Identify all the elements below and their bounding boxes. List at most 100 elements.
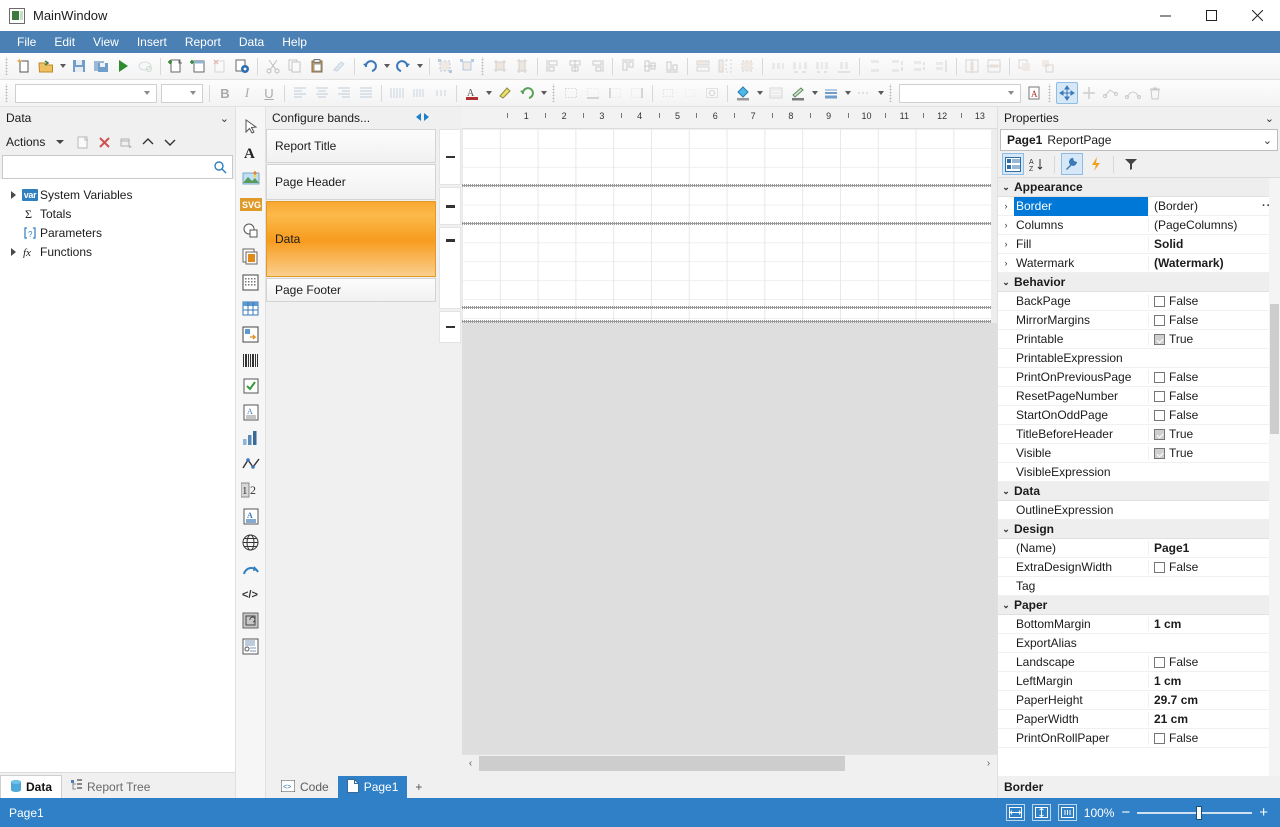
hscroll-thumb[interactable] bbox=[479, 756, 845, 771]
line-spacing-2-icon[interactable] bbox=[408, 82, 430, 104]
checkbox-icon[interactable] bbox=[1154, 657, 1165, 668]
report-page-canvas[interactable] bbox=[462, 129, 991, 321]
line-width-icon[interactable] bbox=[820, 82, 842, 104]
undo-dropdown[interactable] bbox=[381, 55, 392, 77]
property-row[interactable]: BottomMargin1 cm bbox=[998, 615, 1280, 634]
tree-item-totals[interactable]: Σ Totals bbox=[0, 204, 235, 223]
new-report-icon[interactable] bbox=[13, 55, 35, 77]
checkbox-icon[interactable] bbox=[1154, 315, 1165, 326]
cellular-text-icon[interactable] bbox=[238, 633, 264, 659]
property-value[interactable]: (Watermark) bbox=[1148, 256, 1280, 270]
border-settings-icon[interactable] bbox=[701, 82, 723, 104]
chevron-down-icon[interactable]: ⌄ bbox=[1263, 134, 1272, 147]
property-value[interactable]: True bbox=[1148, 446, 1280, 460]
chevron-down-icon[interactable]: ⌄ bbox=[998, 277, 1014, 288]
align-center-h-icon[interactable] bbox=[564, 55, 586, 77]
tree-item-functions[interactable]: fx Functions bbox=[0, 242, 235, 261]
chevron-left-icon[interactable]: ‹ bbox=[462, 755, 479, 772]
menu-item-report[interactable]: Report bbox=[176, 33, 230, 51]
undo-icon[interactable] bbox=[359, 55, 381, 77]
style-combo[interactable] bbox=[899, 84, 1021, 103]
property-row[interactable]: ›Watermark(Watermark) bbox=[998, 254, 1280, 273]
property-row[interactable]: ›Columns(PageColumns) bbox=[998, 216, 1280, 235]
hscroll-track[interactable] bbox=[479, 756, 980, 771]
html-icon[interactable]: </> bbox=[238, 581, 264, 607]
align-text-center-icon[interactable] bbox=[311, 82, 333, 104]
tree-item-system-variables[interactable]: var System Variables bbox=[0, 185, 235, 204]
chevron-down-icon[interactable]: ⌄ bbox=[998, 182, 1014, 193]
pointer-icon[interactable] bbox=[238, 113, 264, 139]
align-text-justify-icon[interactable] bbox=[355, 82, 377, 104]
zoom-slider[interactable] bbox=[1137, 812, 1252, 814]
preview-icon[interactable] bbox=[112, 55, 134, 77]
minimize-icon[interactable] bbox=[1142, 0, 1188, 31]
align-text-right-icon[interactable] bbox=[333, 82, 355, 104]
font-color-icon[interactable]: A bbox=[461, 82, 483, 104]
chevron-right-icon[interactable]: › bbox=[980, 755, 997, 772]
checkbox-icon[interactable] bbox=[1154, 429, 1165, 440]
property-row[interactable]: VisibleExpression bbox=[998, 463, 1280, 482]
categorized-icon[interactable] bbox=[1002, 153, 1024, 175]
open-dropdown[interactable] bbox=[57, 55, 68, 77]
data-search-box[interactable] bbox=[2, 155, 233, 179]
property-row[interactable]: TitleBeforeHeaderTrue bbox=[998, 425, 1280, 444]
canvas-hscrollbar[interactable]: ‹ › bbox=[462, 754, 997, 771]
format-painter-icon[interactable] bbox=[328, 55, 350, 77]
property-row[interactable]: ›FillSolid bbox=[998, 235, 1280, 254]
space-h-increase-icon[interactable] bbox=[789, 55, 811, 77]
search-icon[interactable] bbox=[208, 160, 232, 174]
select-none-icon[interactable] bbox=[456, 55, 478, 77]
property-value[interactable]: 1 cm bbox=[1148, 617, 1280, 631]
property-row[interactable]: PrintableTrue bbox=[998, 330, 1280, 349]
property-value[interactable]: 21 cm bbox=[1148, 712, 1280, 726]
menu-item-insert[interactable]: Insert bbox=[128, 33, 176, 51]
align-middle-icon[interactable] bbox=[639, 55, 661, 77]
edit-item-icon[interactable] bbox=[115, 131, 137, 153]
property-value[interactable]: False bbox=[1148, 370, 1280, 384]
property-category[interactable]: ⌄Behavior bbox=[998, 273, 1280, 292]
property-row[interactable]: LandscapeFalse bbox=[998, 653, 1280, 672]
property-row[interactable]: VisibleTrue bbox=[998, 444, 1280, 463]
map-icon[interactable] bbox=[238, 529, 264, 555]
property-value[interactable]: False bbox=[1148, 389, 1280, 403]
property-value[interactable]: Solid bbox=[1148, 237, 1280, 251]
chevron-right-icon[interactable]: › bbox=[998, 220, 1014, 230]
align-left-icon[interactable] bbox=[542, 55, 564, 77]
container-icon[interactable] bbox=[238, 607, 264, 633]
configure-bands-label[interactable]: Configure bands... bbox=[272, 111, 370, 125]
fill-dropdown[interactable] bbox=[754, 82, 765, 104]
property-value[interactable]: True bbox=[1148, 332, 1280, 346]
property-row[interactable]: BackPageFalse bbox=[998, 292, 1280, 311]
property-row[interactable]: PaperHeight29.7 cm bbox=[998, 691, 1280, 710]
fill-color-icon[interactable] bbox=[732, 82, 754, 104]
new-item-icon[interactable] bbox=[71, 131, 93, 153]
space-v-remove-icon[interactable] bbox=[930, 55, 952, 77]
rotate-icon[interactable] bbox=[516, 82, 538, 104]
italic-button[interactable]: I bbox=[245, 85, 249, 101]
checkbox-icon[interactable] bbox=[238, 373, 264, 399]
chevron-down-icon[interactable]: ⌄ bbox=[998, 600, 1014, 611]
menu-item-view[interactable]: View bbox=[84, 33, 128, 51]
property-row[interactable]: ExtraDesignWidthFalse bbox=[998, 558, 1280, 577]
property-value[interactable]: 1 cm bbox=[1148, 674, 1280, 688]
property-category[interactable]: ⌄Data bbox=[998, 482, 1280, 501]
add-point-icon[interactable] bbox=[1078, 82, 1100, 104]
paste-icon[interactable] bbox=[306, 55, 328, 77]
property-value[interactable]: Page1 bbox=[1148, 541, 1280, 555]
property-row[interactable]: ResetPageNumberFalse bbox=[998, 387, 1280, 406]
property-row[interactable]: PrintOnRollPaperFalse bbox=[998, 729, 1280, 748]
checkbox-icon[interactable] bbox=[1154, 391, 1165, 402]
property-row[interactable]: ›Border(Border)··· bbox=[998, 197, 1280, 216]
sparkline-icon[interactable] bbox=[238, 451, 264, 477]
band-page-footer[interactable]: Page Footer bbox=[266, 278, 436, 302]
font-name-combo[interactable] bbox=[15, 84, 157, 103]
text-file-icon[interactable]: A bbox=[238, 399, 264, 425]
align-bottom-icon[interactable] bbox=[661, 55, 683, 77]
line-spacing-3-icon[interactable] bbox=[430, 82, 452, 104]
toolbar-grip-2[interactable] bbox=[480, 57, 487, 75]
open-report-icon[interactable] bbox=[35, 55, 57, 77]
matrix-icon[interactable] bbox=[238, 269, 264, 295]
align-top-icon[interactable] bbox=[617, 55, 639, 77]
checkbox-icon[interactable] bbox=[1154, 296, 1165, 307]
checkbox-icon[interactable] bbox=[1154, 562, 1165, 573]
